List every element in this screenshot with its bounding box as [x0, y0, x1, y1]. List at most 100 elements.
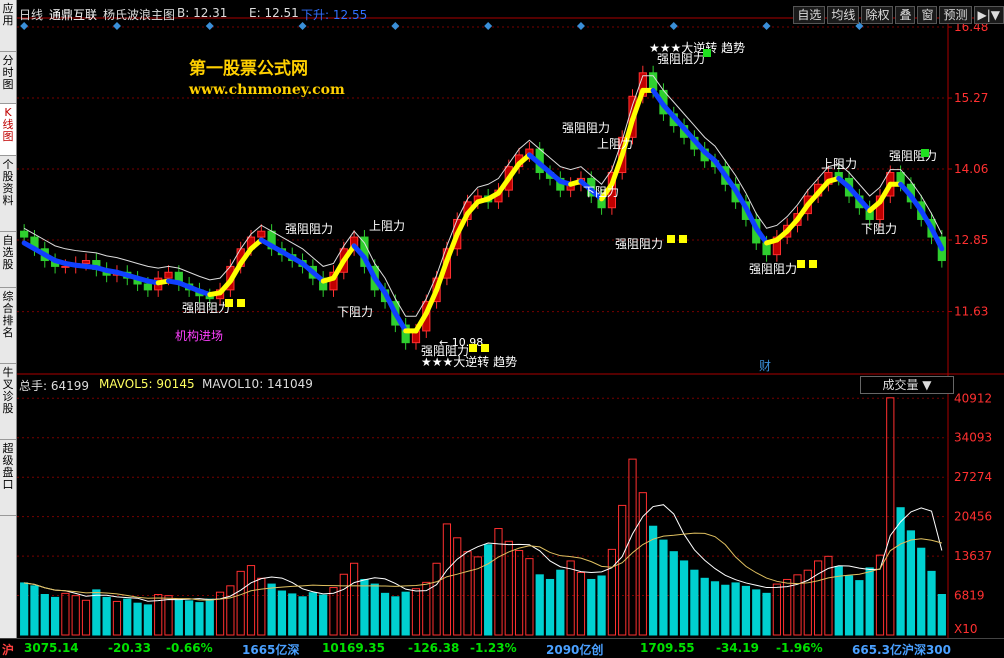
annotation-institution: 机构进场: [175, 328, 223, 343]
toolbar-button-3[interactable]: 叠: [895, 6, 915, 24]
annotation-strong-resist-2: 强阻阻力: [182, 301, 230, 315]
annotation-down-resist-1: 下阻力: [337, 305, 373, 319]
volume-bar-81: [856, 581, 863, 635]
volume-bar-1: [31, 586, 38, 635]
volume-bar-62: [660, 540, 667, 635]
volume-indicator-dropdown[interactable]: 成交量 ▼: [860, 376, 954, 394]
volume-bar-17: [196, 603, 203, 635]
volume-bar-87: [918, 548, 925, 635]
candle-body-6: [82, 261, 89, 264]
annotation-strong-resist-5: 强阻阻力: [615, 237, 663, 251]
signal-square-7: [481, 344, 489, 352]
sidebar-tab-2[interactable]: K线图: [0, 104, 16, 156]
toolbar-button-4[interactable]: 窗: [917, 6, 937, 24]
volume-bar-50: [536, 575, 543, 635]
chart-background: [17, 0, 1004, 638]
toolbar-button-0[interactable]: 自选: [793, 6, 825, 24]
watermark-url: www.chnmoney.com: [189, 82, 345, 98]
toolbar-button-2[interactable]: 除权: [861, 6, 893, 24]
sidebar-tab-4[interactable]: 自选股: [0, 232, 16, 288]
signal-square-8: [703, 49, 711, 57]
signal-square-2: [667, 235, 675, 243]
sidebar-tab-3[interactable]: 个股资料: [0, 156, 16, 232]
candle-body-23: [258, 231, 265, 237]
sidebar-tab-6[interactable]: 牛叉诊股: [0, 364, 16, 440]
annotation-cai: 财: [759, 359, 771, 373]
indicator-name[interactable]: 杨氏波浪主图: [103, 6, 175, 23]
annotation-up-resist-2: 上阻力: [597, 137, 633, 151]
b-value: B: 12.31: [177, 6, 227, 20]
volume-bar-33: [361, 579, 368, 635]
annotation-up-resist-1: 上阻力: [369, 219, 405, 233]
volume-bar-89: [938, 595, 945, 636]
candle-body-4: [62, 266, 69, 267]
volume-bar-34: [371, 584, 378, 635]
volume-axis-label-1: 34093: [954, 431, 992, 445]
price-axis-label-1: 15.27: [954, 91, 988, 105]
status-item-5: 10169.35: [322, 641, 385, 655]
volume-bar-45: [485, 545, 492, 635]
volume-bar-51: [546, 579, 553, 635]
price-axis-label-4: 11.63: [954, 305, 988, 319]
candle-body-12: [144, 284, 151, 290]
volume-bar-12: [144, 605, 151, 635]
stock-name: 通鼎互联: [49, 6, 97, 23]
sidebar-tab-1[interactable]: 分时图: [0, 52, 16, 104]
toolbar-button-5[interactable]: 预测: [939, 6, 971, 24]
annotation-up-resist-3: 上阻力: [821, 157, 857, 171]
period-label[interactable]: 日线: [19, 6, 43, 23]
volume-bar-37: [402, 592, 409, 635]
volume-bar-80: [845, 576, 852, 635]
status-item-12: 665.3亿沪深300: [852, 641, 951, 658]
volume-bar-3: [51, 597, 58, 635]
volume-bar-66: [701, 578, 708, 635]
volume-bar-26: [289, 594, 296, 635]
annotation-strong-resist-6: 强阻阻力: [657, 52, 705, 66]
kline-chart[interactable]: 16.4815.2714.0612.8511.63409123409327274…: [17, 0, 1004, 638]
signal-square-3: [679, 235, 687, 243]
volume-bar-15: [175, 600, 182, 635]
price-axis-label-3: 12.85: [954, 233, 988, 247]
volume-bar-29: [320, 595, 327, 635]
toolbar-button-6[interactable]: ▶|▼: [974, 6, 1004, 24]
volume-bar-16: [186, 601, 193, 635]
trend-value: 下升: 12.55: [301, 6, 367, 23]
volume-bar-36: [392, 597, 399, 635]
volume-bar-68: [722, 585, 729, 635]
e-value: E: 12.51: [249, 6, 299, 20]
left-sidebar: 应用分时图K线图个股资料自选股综合排名牛叉诊股超级盘口: [0, 0, 17, 638]
volume-axis-label-2: 27274: [954, 470, 992, 484]
volume-bar-63: [670, 552, 677, 635]
annotation-strong-resist-8: 强阻阻力: [889, 149, 937, 163]
volume-bar-7: [93, 590, 100, 635]
status-item-1: 3075.14: [24, 641, 79, 655]
sidebar-tab-5[interactable]: 综合排名: [0, 288, 16, 364]
index-status-bar: 沪3075.14-20.33-0.66%1665亿深10169.35-126.3…: [0, 638, 1004, 658]
volume-axis-label-0: 40912: [954, 391, 992, 405]
status-item-4: 1665亿深: [242, 641, 299, 658]
volume-bar-56: [598, 576, 605, 635]
signal-square-5: [809, 260, 817, 268]
volume-bar-69: [732, 583, 739, 635]
volume-bar-25: [278, 591, 285, 635]
toolbar-button-1[interactable]: 均线: [827, 6, 859, 24]
volume-axis-label-4: 13637: [954, 549, 992, 563]
status-item-11: -1.96%: [776, 641, 823, 655]
volume-bar-86: [907, 531, 914, 635]
volume-bar-71: [753, 590, 760, 635]
volume-bar-85: [897, 508, 904, 635]
chart-toolbar: 自选均线除权叠窗预测▶|▼: [793, 6, 1004, 24]
annotation-down-resist-3: 下阻力: [861, 222, 897, 236]
candle-body-14: [165, 272, 172, 278]
volume-total: 总手: 64199: [19, 377, 89, 394]
annotation-down-resist-2: 下阻力: [583, 185, 619, 199]
volume-bar-70: [742, 586, 749, 635]
candle-body-0: [21, 231, 28, 237]
status-item-0: 沪: [2, 641, 14, 658]
volume-dropdown-label: 成交量: [882, 378, 918, 392]
sidebar-tab-0[interactable]: 应用: [0, 0, 16, 52]
watermark-title: 第一股票公式网: [189, 54, 308, 79]
volume-bar-72: [763, 593, 770, 635]
sidebar-tab-7[interactable]: 超级盘口: [0, 440, 16, 516]
volume-bar-35: [381, 593, 388, 635]
